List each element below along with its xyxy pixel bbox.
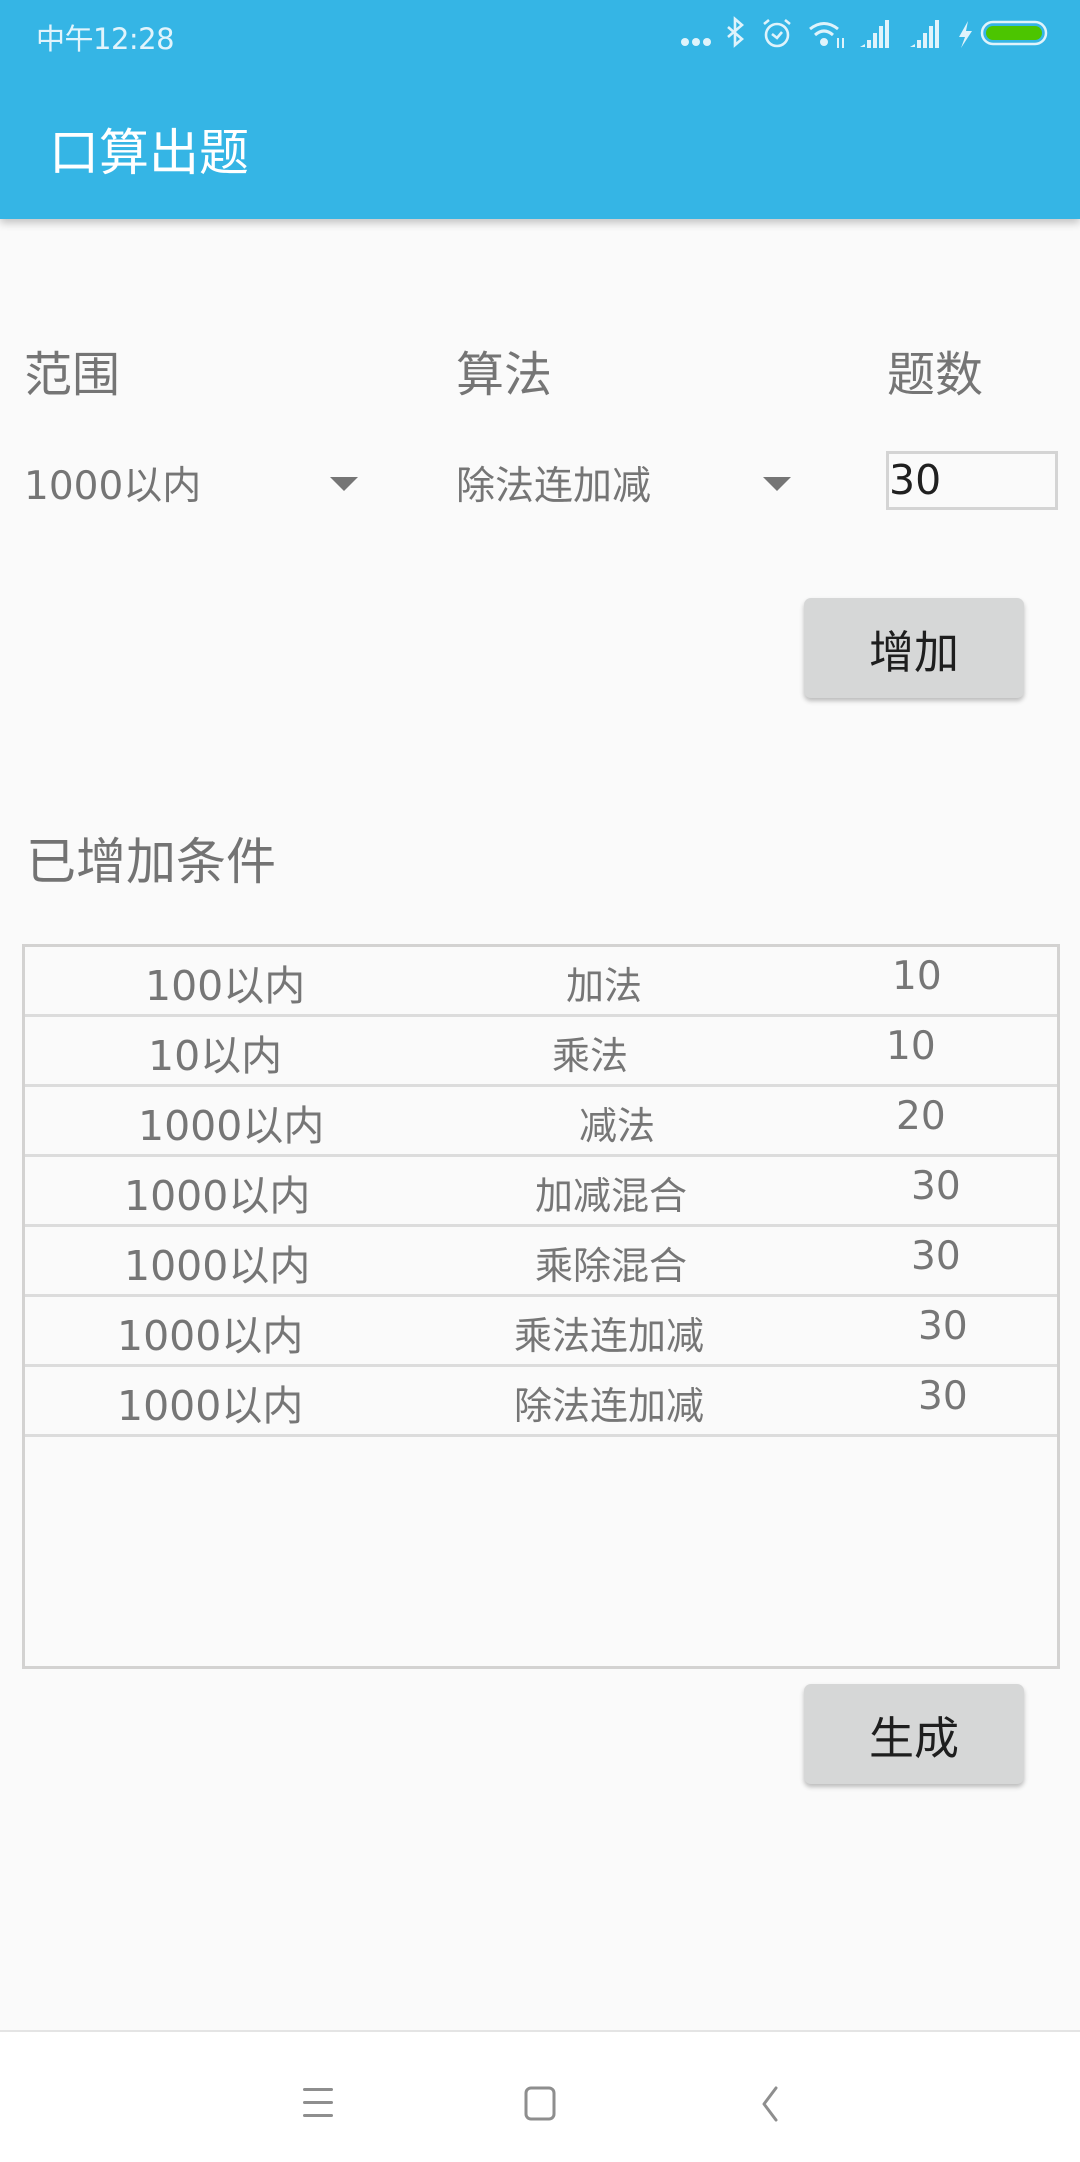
list-item[interactable]: 100以内 加法 10 [25,947,1057,1017]
condition-range: 10以内 [148,1032,283,1080]
list-item[interactable]: 1000以内 除法连加减 30 [25,1367,1057,1437]
condition-count: 30 [918,1304,968,1349]
battery-icon [980,20,1048,46]
condition-algorithm: 乘法 [552,1034,629,1078]
status-time: 中午12:28 [36,22,175,56]
condition-count: 30 [918,1374,968,1419]
charging-icon [959,21,972,48]
count-input-value: 30 [889,456,942,504]
condition-range: 1000以内 [138,1102,325,1150]
algorithm-label: 算法 [456,347,553,403]
condition-count: 30 [911,1234,961,1279]
status-icons [681,16,1048,48]
add-button[interactable]: 增加 [804,598,1024,698]
conditions-list[interactable]: 100以内 加法 10 10以内 乘法 10 1000以内 减法 20 1000… [22,944,1060,1669]
more-dots-icon [681,38,711,46]
app-title: 口算出题 [49,124,249,182]
count-input[interactable]: 30 [886,451,1058,510]
bluetooth-icon [727,16,744,48]
signal-icon [910,20,939,48]
condition-algorithm: 乘除混合 [535,1244,688,1288]
range-spinner-value: 1000以内 [24,464,202,509]
condition-count: 20 [896,1094,946,1139]
list-item[interactable]: 1000以内 加减混合 30 [25,1157,1057,1227]
condition-algorithm: 加法 [566,964,643,1008]
algorithm-spinner-value: 除法连加减 [456,464,652,509]
condition-algorithm: 乘法连加减 [514,1314,705,1358]
list-item[interactable]: 1000以内 乘除混合 30 [25,1227,1057,1297]
count-label: 题数 [887,347,984,403]
list-item[interactable]: 10以内 乘法 10 [25,1017,1057,1087]
dropdown-arrow-icon [330,477,358,491]
condition-range: 1000以内 [124,1242,311,1290]
condition-algorithm: 减法 [579,1104,656,1148]
condition-algorithm: 除法连加减 [514,1384,705,1428]
condition-count: 10 [892,954,942,999]
condition-count: 30 [911,1164,961,1209]
condition-count: 10 [886,1024,936,1069]
app-bar: 中午12:28 口算出题 [0,0,1080,219]
condition-range: 1000以内 [124,1172,311,1220]
conditions-heading: 已增加条件 [26,833,276,891]
algorithm-spinner[interactable]: 除法连加减 [456,449,796,513]
back-icon[interactable] [757,2086,781,2122]
menu-icon[interactable] [302,2086,334,2120]
range-label: 范围 [24,347,121,403]
signal-icon [860,20,889,48]
list-item[interactable]: 1000以内 乘法连加减 30 [25,1297,1057,1367]
home-icon[interactable] [523,2086,557,2122]
alarm-icon [763,18,791,48]
navigation-bar [0,2030,1080,2162]
generate-button[interactable]: 生成 [804,1684,1024,1784]
dropdown-arrow-icon [763,477,791,491]
condition-algorithm: 加减混合 [535,1174,688,1218]
list-item[interactable]: 1000以内 减法 20 [25,1087,1057,1157]
condition-range: 1000以内 [117,1312,304,1360]
range-spinner[interactable]: 1000以内 [24,449,364,513]
condition-range: 100以内 [145,962,306,1010]
condition-range: 1000以内 [117,1382,304,1430]
wifi-icon [809,22,844,48]
